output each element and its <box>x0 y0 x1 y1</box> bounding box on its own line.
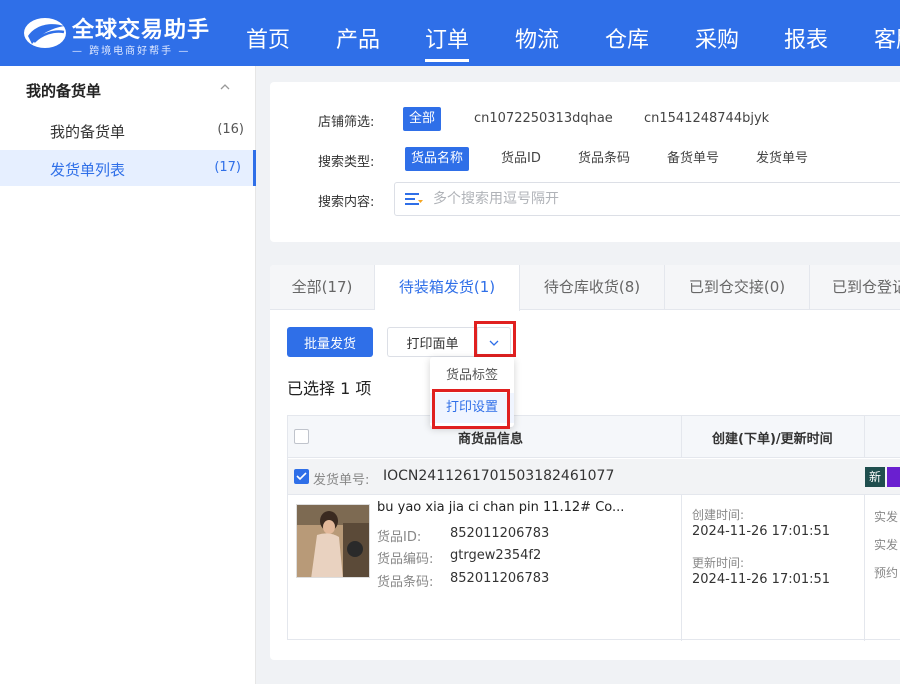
nav-products[interactable]: 产品 <box>336 22 380 54</box>
updated-time-value: 2024-11-26 17:01:51 <box>692 572 831 587</box>
nav-orders[interactable]: 订单 <box>425 22 470 62</box>
product-barcode-label: 货品条码: <box>377 575 434 590</box>
tab-arrived-handover[interactable]: 已到仓交接(0) <box>665 265 810 310</box>
sidebar-item-count: (16) <box>217 122 244 137</box>
product-name[interactable]: bu yao xia jia ci chan pin 11.12# Co... <box>377 500 624 515</box>
type-option-name[interactable]: 货品名称 <box>405 147 470 171</box>
search-content-label: 搜索内容: <box>318 195 375 210</box>
sidebar-item-label: 我的备货单 <box>50 123 126 141</box>
sidebar-item-shipment-list[interactable]: 发货单列表 (17) <box>0 150 256 186</box>
type-option-barcode[interactable]: 货品条码 <box>572 147 636 171</box>
shipment-no-label: 发货单号: <box>313 473 370 488</box>
logo-icon <box>24 18 66 48</box>
created-time-label: 创建时间: <box>692 508 745 522</box>
search-input[interactable] <box>431 187 900 211</box>
type-option-stock-no[interactable]: 备货单号 <box>661 147 725 171</box>
product-thumbnail[interactable] <box>296 504 370 578</box>
new-badge: 新 <box>865 467 885 487</box>
column-header-time: 创建(下单)/更新时间 <box>712 432 833 447</box>
sidebar-item-label: 发货单列表 <box>50 161 126 179</box>
app-title: 全球交易助手 <box>72 18 211 43</box>
column-header-product: 商货品信息 <box>458 432 524 447</box>
product-barcode-value: 852011206783 <box>450 571 550 586</box>
check-icon <box>296 472 307 481</box>
type-option-id[interactable]: 货品ID <box>495 147 547 171</box>
type-option-ship-no[interactable]: 发货单号 <box>750 147 814 171</box>
store-option-2[interactable]: cn1541248744bjyk <box>638 107 775 131</box>
sidebar-item-my-stock-orders[interactable]: 我的备货单 (16) <box>0 112 256 148</box>
sidebar-group-title: 我的备货单 <box>26 82 102 100</box>
nav-reports[interactable]: 报表 <box>784 22 828 54</box>
nav-customer-service[interactable]: 客服 <box>874 22 900 54</box>
product-id-label: 货品ID: <box>377 530 422 545</box>
main-panel: 全部(17) 待装箱发货(1) 待仓库收货(8) 已到仓交接(0) 已到仓登记 … <box>270 265 900 660</box>
product-id-value: 852011206783 <box>450 526 550 541</box>
selection-count: 已选择 1 项 <box>287 379 372 398</box>
reservation-label: 预约 <box>874 566 899 580</box>
sidebar-item-count: (17) <box>214 160 241 175</box>
tab-pending-packing[interactable]: 待装箱发货(1) <box>375 265 520 311</box>
updated-time-label: 更新时间: <box>692 556 745 570</box>
column-divider <box>864 416 865 458</box>
chevron-down-icon <box>489 340 499 346</box>
list-filter-icon <box>405 193 423 205</box>
row-checkbox[interactable] <box>294 469 309 484</box>
store-filter-label: 店铺筛选: <box>318 115 375 130</box>
nav-logistics[interactable]: 物流 <box>515 22 559 54</box>
product-code-value: gtrgew2354f2 <box>450 548 542 563</box>
column-divider <box>681 495 682 641</box>
print-dropdown-toggle[interactable] <box>477 327 511 357</box>
tab-all[interactable]: 全部(17) <box>270 265 375 310</box>
chevron-up-icon <box>220 84 230 90</box>
tab-arrived-registered[interactable]: 已到仓登记 <box>810 265 900 310</box>
purple-badge <box>887 467 900 487</box>
table-header: 商货品信息 创建(下单)/更新时间 <box>288 416 900 458</box>
created-time-value: 2024-11-26 17:01:51 <box>692 524 831 539</box>
menu-item-product-label[interactable]: 货品标签 <box>430 361 514 391</box>
status-tabs: 全部(17) 待装箱发货(1) 待仓库收货(8) 已到仓交接(0) 已到仓登记 <box>270 265 900 311</box>
shipment-no-value: IOCN2411261701503182461077 <box>383 468 615 484</box>
filter-panel: 店铺筛选: 全部 cn1072250313dqhae cn1541248744b… <box>270 82 900 242</box>
shipment-group-row: 发货单号: IOCN2411261701503182461077 新 <box>288 459 900 495</box>
nav-warehouse[interactable]: 仓库 <box>605 22 649 54</box>
nav-home[interactable]: 首页 <box>246 22 290 54</box>
sidebar-group-header[interactable]: 我的备货单 <box>0 66 256 112</box>
nav-purchase[interactable]: 采购 <box>695 22 739 54</box>
select-all-checkbox[interactable] <box>294 429 309 444</box>
store-option-all[interactable]: 全部 <box>403 107 442 131</box>
column-divider <box>864 495 865 641</box>
sidebar: 我的备货单 我的备货单 (16) 发货单列表 (17) <box>0 66 256 684</box>
shipment-table: 商货品信息 创建(下单)/更新时间 发货单号: IOCN241126170150… <box>287 415 900 641</box>
actual-ship-label: 实发 <box>874 510 899 524</box>
batch-ship-button[interactable]: 批量发货 <box>287 327 373 357</box>
product-image <box>297 505 369 577</box>
top-navbar: 全球交易助手 — 跨境电商好帮手 — 首页 产品 订单 物流 仓库 采购 报表 … <box>0 0 900 66</box>
column-divider <box>681 416 682 458</box>
tab-pending-receipt[interactable]: 待仓库收货(8) <box>520 265 665 310</box>
search-type-label: 搜索类型: <box>318 155 375 170</box>
product-code-label: 货品编码: <box>377 552 434 567</box>
actual-ship-label-2: 实发 <box>874 538 899 552</box>
search-box <box>394 182 900 216</box>
app-subtitle: — 跨境电商好帮手 — <box>72 46 191 57</box>
print-label-button[interactable]: 打印面单 <box>387 327 477 357</box>
store-option-1[interactable]: cn1072250313dqhae <box>468 107 619 131</box>
print-dropdown-menu: 货品标签 打印设置 <box>430 357 514 427</box>
menu-item-print-settings[interactable]: 打印设置 <box>430 393 514 423</box>
